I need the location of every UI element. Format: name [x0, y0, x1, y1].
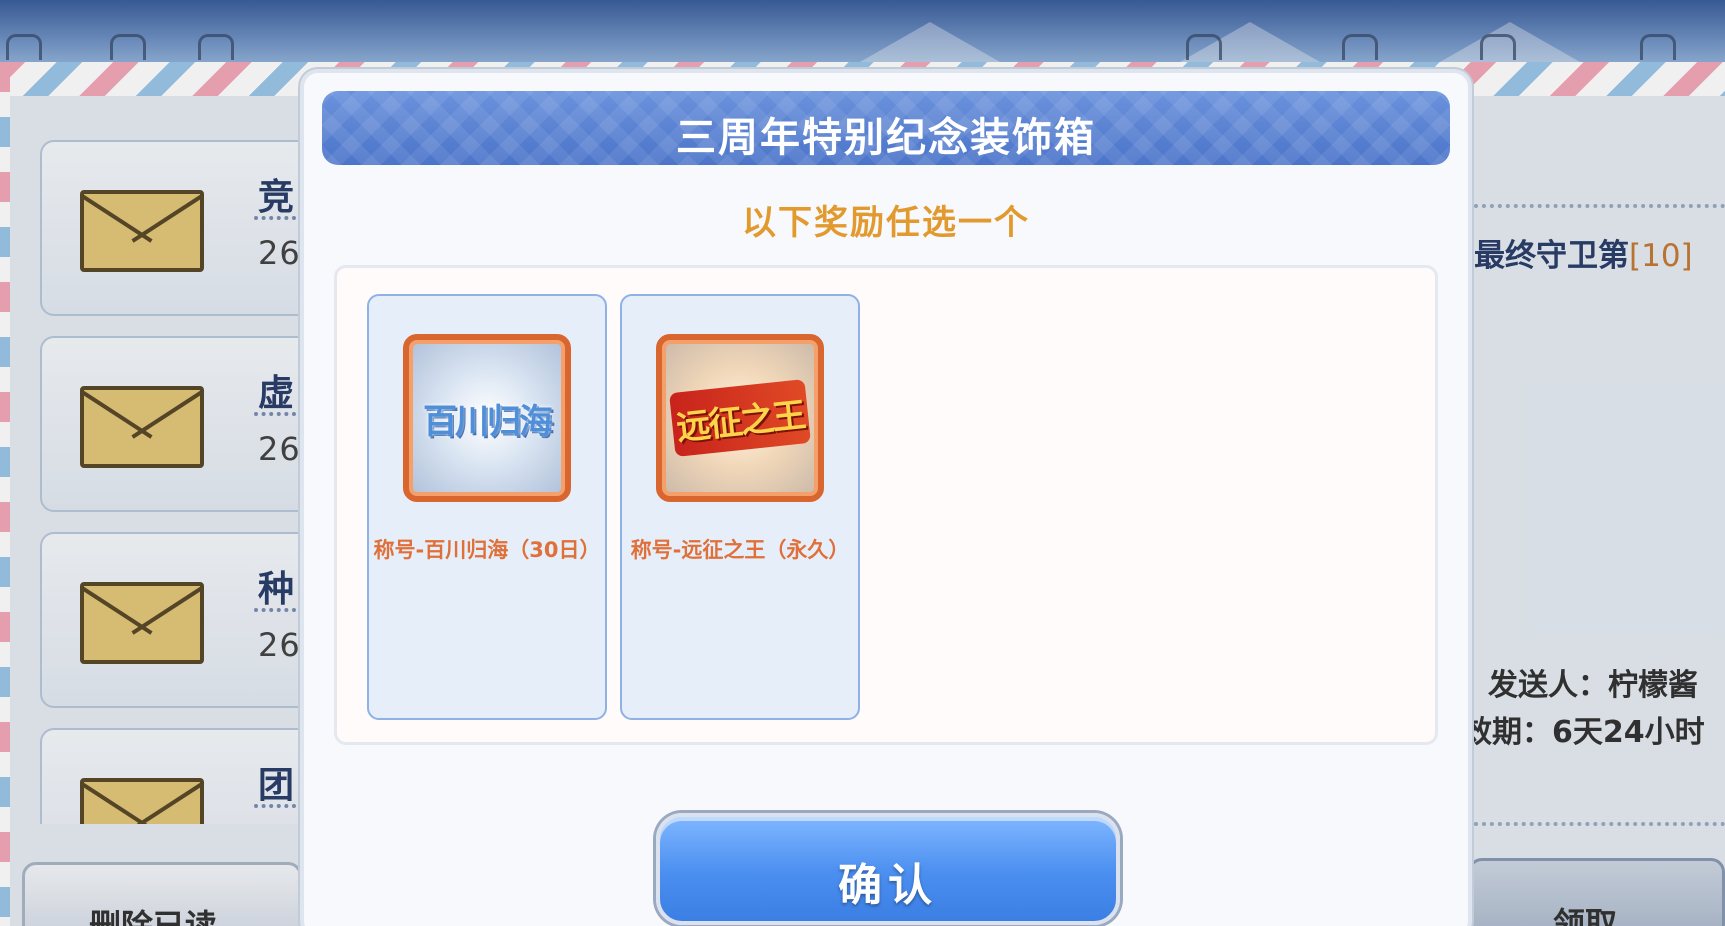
- title-badge-icon: 百川归海: [403, 334, 571, 502]
- badge-art: 百川归海: [423, 401, 553, 442]
- confirm-button[interactable]: 确认: [656, 813, 1120, 925]
- dialog-subtitle: 以下奖励任选一个: [742, 203, 1030, 243]
- badge-art: 远征之王: [669, 379, 811, 457]
- title-badge-icon: 远征之王: [656, 334, 824, 502]
- reward-list: 百川归海 称号-百川归海（30日） 远征之王 称号-远征之王（永久）: [334, 265, 1438, 745]
- confirm-label: 确认: [838, 860, 938, 911]
- reward-label: 称号-百川归海（30日）: [373, 538, 601, 562]
- dialog-title: 三周年特别纪念装饰箱: [676, 115, 1096, 161]
- dialog-header: 三周年特别纪念装饰箱: [322, 91, 1450, 165]
- reward-label: 称号-远征之王（永久）: [630, 538, 850, 562]
- reward-option-yuan-zheng-zhi-wang[interactable]: 远征之王 称号-远征之王（永久）: [620, 294, 860, 720]
- reward-option-bai-chuan-gui-hai[interactable]: 百川归海 称号-百川归海（30日）: [367, 294, 607, 720]
- reward-select-dialog: 三周年特别纪念装饰箱 以下奖励任选一个 百川归海 称号-百川归海（30日） 远征…: [300, 69, 1472, 926]
